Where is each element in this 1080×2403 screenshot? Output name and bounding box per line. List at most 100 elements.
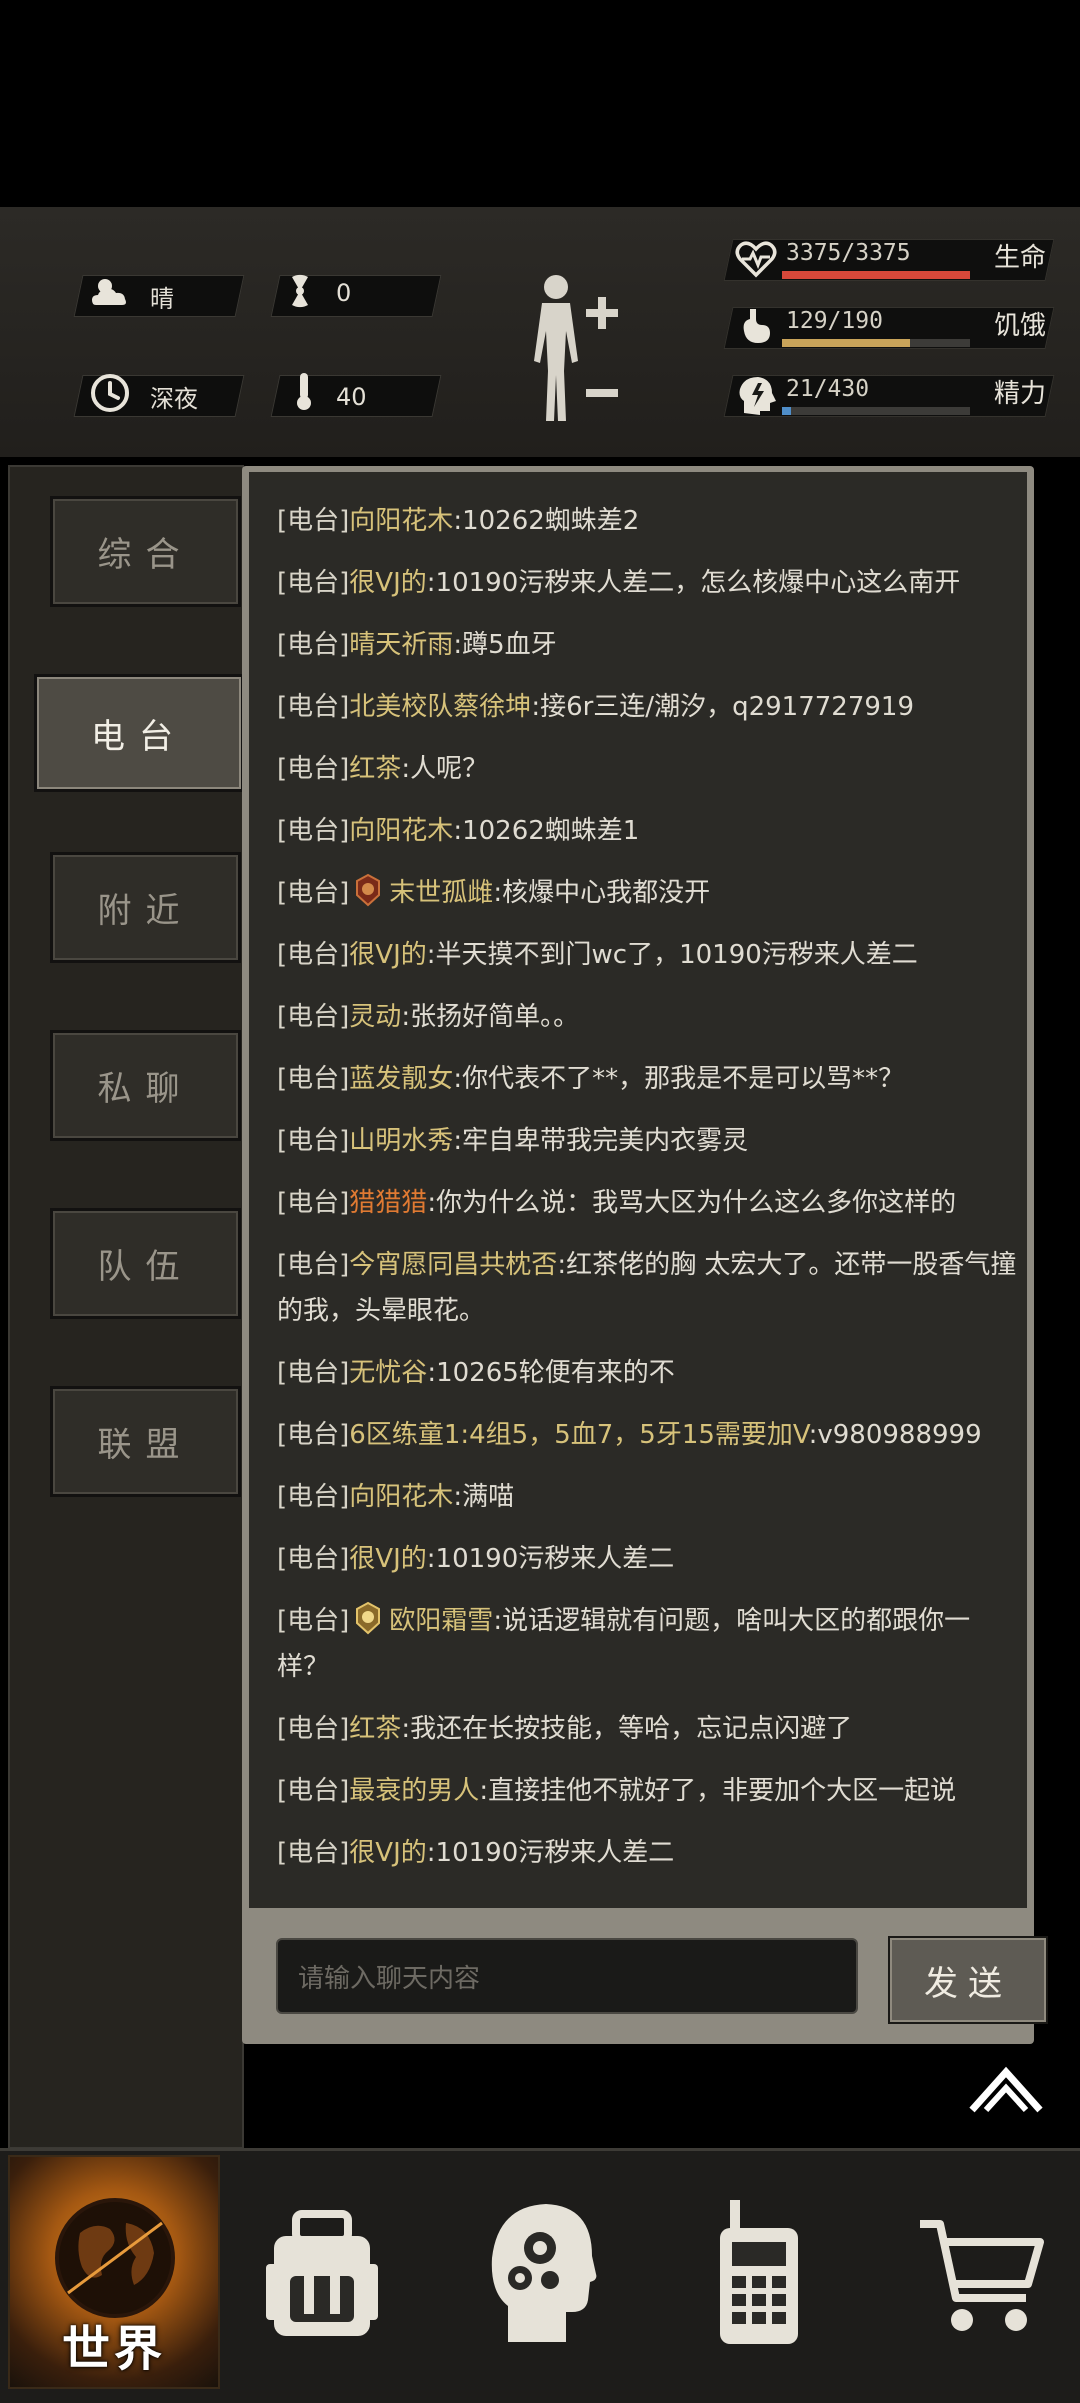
chat-channel-tag: [电台] [277, 1838, 350, 1868]
chat-nickname[interactable]: 很VJ的 [349, 940, 426, 970]
health-value: 3375/3375 [786, 240, 911, 266]
nav-world-button[interactable]: 世界 [8, 2155, 220, 2389]
chat-message: [电台]很VJ的:10190污秽来人差二 [277, 1830, 1017, 1876]
chat-message-text: :10190污秽来人差二，怎么核爆中心这么南开 [426, 568, 961, 598]
health-bar-fill [782, 271, 970, 279]
player-badge-icon [349, 873, 389, 908]
energy-label: 精力 [994, 379, 1047, 409]
health-bar [782, 271, 970, 279]
chat-channel-tag: [电台] [277, 630, 350, 660]
brain-skills-icon[interactable] [488, 2196, 598, 2346]
tab-general[interactable]: 综合 [50, 496, 241, 607]
collapse-chevron-icon[interactable] [966, 2060, 1046, 2116]
chat-nickname[interactable]: 向阳花木 [349, 1482, 453, 1512]
chat-message-list: [电台]向阳花木:10262蜘蛛差2 [电台]很VJ的:10190污秽来人差二，怎… [277, 498, 1017, 1892]
chat-nickname[interactable]: 灵动 [349, 1002, 401, 1032]
status-header: 晴 0 深夜 40 3375/3375 生命 129/190 饥饿 21/430… [0, 207, 1080, 457]
chat-channel-tag: [电台] [277, 1714, 350, 1744]
weather-sunny-icon [92, 279, 126, 305]
chat-message: [电台]红茶:人呢？ [277, 746, 1017, 792]
chat-message: [电台]最衰的男人:直接挂他不就好了，非要加个大区一起说 [277, 1768, 1017, 1814]
chat-message: [电台] 欧阳霜雪:说话逻辑就有问题，啥叫大区的都跟你一样？ [277, 1598, 1017, 1690]
chat-channel-tag: [电台] [277, 940, 350, 970]
chat-channel-tag: [电台] [277, 1064, 350, 1094]
tab-team[interactable]: 队伍 [50, 1208, 241, 1319]
chat-message: [电台]北美校队蔡徐坤:接6r三连/潮汐，q2917727919 [277, 684, 1017, 730]
chat-channel-tag: [电台] [277, 1126, 350, 1156]
chat-message-text: :10262蜘蛛差2 [453, 506, 640, 536]
radio-icon[interactable] [712, 2198, 806, 2348]
energy-value: 21/430 [786, 376, 870, 402]
thermometer-icon [297, 373, 311, 410]
tab-nearby[interactable]: 附近 [50, 852, 241, 963]
chat-message: [电台]今宵愿同昌共枕否:红茶佬的胸 太宏大了。还带一股香气撞的我，头晕眼花。 [277, 1242, 1017, 1334]
stomach-icon [743, 309, 770, 343]
chat-nickname[interactable]: 猎猎猎 [349, 1188, 427, 1218]
backpack-icon[interactable] [262, 2206, 382, 2346]
chat-nickname[interactable]: 北美校队蔡徐坤 [349, 692, 531, 722]
chat-message-text: :人呢？ [401, 754, 489, 784]
temperature-value: 40 [336, 383, 367, 411]
chat-channel-tag: [电台] [277, 1250, 350, 1280]
chat-message-text: :你为什么说：我骂大区为什么这么多你这样的 [427, 1188, 957, 1218]
tab-alliance[interactable]: 联盟 [50, 1386, 241, 1497]
chat-input[interactable]: 请输入聊天内容 [276, 1938, 858, 2014]
globe-icon [55, 2198, 175, 2318]
chat-channel-tag: [电台] [277, 568, 350, 598]
weather-text: 晴 [150, 285, 174, 313]
radiation-icon [292, 274, 308, 308]
chat-nickname[interactable]: 很VJ的 [349, 568, 426, 598]
chat-channel-tag: [电台] [277, 754, 350, 784]
chat-message: [电台]向阳花木:10262蜘蛛差1 [277, 808, 1017, 854]
chat-message-text: :10262蜘蛛差1 [453, 816, 640, 846]
energy-bar [782, 407, 970, 415]
chat-nickname[interactable]: 红茶 [349, 1714, 401, 1744]
chat-nickname[interactable]: 向阳花木 [349, 506, 453, 536]
chat-nickname[interactable]: 很VJ的 [349, 1544, 426, 1574]
chat-channel-tag: [电台] [277, 692, 350, 722]
chat-nickname[interactable]: 今宵愿同昌共枕否 [349, 1250, 557, 1280]
chat-message: [电台]很VJ的:半天摸不到门wc了，10190污秽来人差二 [277, 932, 1017, 978]
chat-message-area[interactable]: [电台]向阳花木:10262蜘蛛差2 [电台]很VJ的:10190污秽来人差二，怎… [249, 472, 1027, 1908]
chat-channel-tag: [电台] [277, 1482, 350, 1512]
chat-message: [电台]晴天祈雨:蹲5血牙 [277, 622, 1017, 668]
send-button[interactable]: 发送 [888, 1936, 1048, 2024]
chat-channel-tag: [电台] [277, 1544, 350, 1574]
chat-message: [电台]红茶:我还在长按技能，等哈，忘记点闪避了 [277, 1706, 1017, 1752]
chat-input-placeholder: 请输入聊天内容 [298, 1963, 481, 1994]
chat-nickname[interactable]: 无忧谷 [349, 1358, 427, 1388]
chat-nickname[interactable]: 向阳花木 [349, 816, 453, 846]
chat-channel-tag: [电台] [277, 1776, 350, 1806]
chat-nickname[interactable]: 山明水秀 [349, 1126, 453, 1156]
chat-message: [电台]猎猎猎:你为什么说：我骂大区为什么这么多你这样的 [277, 1180, 1017, 1226]
chat-nickname[interactable]: 欧阳霜雪 [389, 1606, 493, 1636]
chat-nickname[interactable]: 末世孤雌 [389, 878, 493, 908]
chat-nickname[interactable]: 很VJ的 [349, 1838, 426, 1868]
body-status-icon[interactable] [522, 271, 622, 431]
chat-nickname[interactable]: 红茶 [349, 754, 401, 784]
chat-message: [电台]向阳花木:满喵 [277, 1474, 1017, 1520]
chat-message: [电台]向阳花木:10262蜘蛛差2 [277, 498, 1017, 544]
chat-nickname[interactable]: 晴天祈雨 [349, 630, 453, 660]
chat-message: [电台]山明水秀:牢自卑带我完美内衣雾灵 [277, 1118, 1017, 1164]
chat-message-text: :蹲5血牙 [453, 630, 557, 660]
chat-nickname[interactable]: 蓝发靓女 [349, 1064, 453, 1094]
chat-message: [电台]6区练童1:4组5，5血7，5牙15需要加V:v980988999 [277, 1412, 1017, 1458]
chat-nickname[interactable]: 最衰的男人 [349, 1776, 479, 1806]
chat-message-text: :满喵 [453, 1482, 515, 1512]
clock-icon [91, 374, 129, 412]
chat-nickname[interactable]: 6区练童1:4组5，5血7，5牙15需要加V [349, 1420, 808, 1450]
chat-channel-tag: [电台] [277, 1358, 350, 1388]
chat-channel-tag: [电台] [277, 1420, 350, 1450]
player-badge-icon [349, 1601, 389, 1636]
tab-private[interactable]: 私聊 [50, 1030, 241, 1141]
shopping-cart-icon[interactable] [916, 2212, 1046, 2342]
health-label: 生命 [994, 243, 1047, 273]
chat-message-text: :半天摸不到门wc了，10190污秽来人差二 [426, 940, 918, 970]
chat-message-text: :直接挂他不就好了，非要加个大区一起说 [479, 1776, 957, 1806]
tab-radio[interactable]: 电台 [34, 674, 244, 792]
chat-message-text: :我还在长按技能，等哈，忘记点闪避了 [401, 1714, 853, 1744]
chat-message-text: :v980988999 [808, 1420, 982, 1450]
chat-message: [电台]蓝发靓女:你代表不了**，那我是不是可以骂**？ [277, 1056, 1017, 1102]
hunger-value: 129/190 [786, 308, 883, 334]
